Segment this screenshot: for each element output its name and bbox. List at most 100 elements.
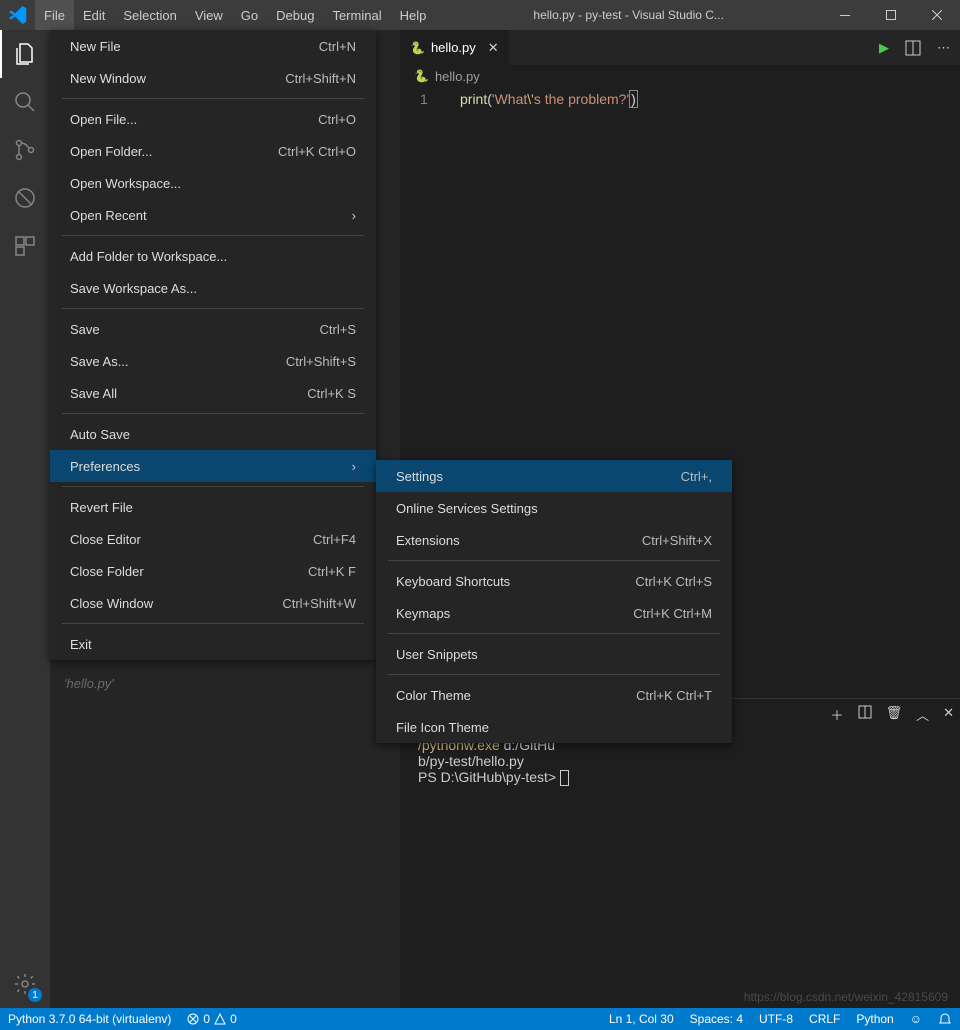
menu-selection[interactable]: Selection	[114, 0, 185, 30]
menu-item-close-editor[interactable]: Close EditorCtrl+F4	[50, 523, 376, 555]
menu-item-exit[interactable]: Exit	[50, 628, 376, 660]
line-number: 1	[420, 91, 428, 107]
terminal-output[interactable]: /pythonw.exe d:/GitHu b/py-test/hello.py…	[418, 737, 950, 786]
status-feedback-icon[interactable]: ☺	[902, 1008, 930, 1030]
menu-separator	[388, 674, 720, 675]
close-panel-icon[interactable]: ✕	[943, 705, 954, 724]
menu-item-add-folder-to-workspace[interactable]: Add Folder to Workspace...	[50, 240, 376, 272]
terminal-toolbar: ＋ 🗑 ︿ ✕	[831, 705, 954, 724]
status-python-env[interactable]: Python 3.7.0 64-bit (virtualenv)	[0, 1008, 179, 1030]
status-problems[interactable]: 0 0	[179, 1008, 244, 1030]
menu-item-open-recent[interactable]: Open Recent›	[50, 199, 376, 231]
new-terminal-icon[interactable]: ＋	[831, 705, 844, 724]
preferences-submenu: SettingsCtrl+, Online Services Settings Ex…	[376, 460, 732, 743]
settings-gear-icon[interactable]: 1	[0, 960, 50, 1008]
menu-item-label: Save Workspace As...	[70, 281, 197, 296]
menu-item-close-folder[interactable]: Close FolderCtrl+K F	[50, 555, 376, 587]
menu-shortcut: Ctrl+Shift+S	[286, 354, 356, 369]
menu-item-label: Open File...	[70, 112, 137, 127]
extensions-icon[interactable]	[0, 222, 50, 270]
status-notifications-icon[interactable]	[930, 1008, 960, 1030]
breadcrumbs[interactable]: 🐍 hello.py	[400, 65, 960, 87]
tab-hello[interactable]: 🐍 hello.py ✕	[400, 30, 509, 65]
editor-actions: ▶ ⋯	[879, 40, 960, 56]
titlebar: File Edit Selection View Go Debug Termin…	[0, 0, 960, 30]
window-controls	[822, 0, 960, 30]
maximize-button[interactable]	[868, 0, 914, 30]
menu-terminal[interactable]: Terminal	[323, 0, 390, 30]
menu-item-open-folder[interactable]: Open Folder... Ctrl+K Ctrl+O	[50, 135, 376, 167]
menu-item-new-window[interactable]: New WindowCtrl+Shift+N	[50, 62, 376, 94]
menu-item-new-file[interactable]: New FileCtrl+N	[50, 30, 376, 62]
menu-shortcut: Ctrl+K Ctrl+S	[635, 574, 712, 589]
menu-item-file-icon-theme[interactable]: File Icon Theme	[376, 711, 732, 743]
status-cursor-pos[interactable]: Ln 1, Col 30	[601, 1008, 682, 1030]
menu-item-user-snippets[interactable]: User Snippets	[376, 638, 732, 670]
menu-item-label: Open Folder...	[70, 144, 152, 159]
submenu-arrow-icon: ›	[352, 208, 356, 223]
menu-file[interactable]: File	[35, 0, 74, 30]
explorer-icon[interactable]	[0, 30, 50, 78]
menu-item-color-theme[interactable]: Color ThemeCtrl+K Ctrl+T	[376, 679, 732, 711]
menu-shortcut: Ctrl+N	[319, 39, 356, 54]
status-indent[interactable]: Spaces: 4	[682, 1008, 751, 1030]
menu-shortcut: Ctrl+Shift+W	[282, 596, 356, 611]
status-eol[interactable]: CRLF	[801, 1008, 848, 1030]
menu-shortcut: Ctrl+O	[318, 112, 356, 127]
menu-view[interactable]: View	[186, 0, 232, 30]
source-control-icon[interactable]	[0, 126, 50, 174]
menu-item-keyboard-shortcuts[interactable]: Keyboard ShortcutsCtrl+K Ctrl+S	[376, 565, 732, 597]
menu-item-save-all[interactable]: Save AllCtrl+K S	[50, 377, 376, 409]
menu-item-auto-save[interactable]: Auto Save	[50, 418, 376, 450]
minimize-button[interactable]	[822, 0, 868, 30]
close-button[interactable]	[914, 0, 960, 30]
menu-item-extensions[interactable]: ExtensionsCtrl+Shift+X	[376, 524, 732, 556]
status-encoding[interactable]: UTF-8	[751, 1008, 801, 1030]
kill-terminal-icon[interactable]: 🗑	[886, 705, 903, 724]
more-icon[interactable]: ⋯	[937, 40, 950, 56]
watermark-text: https://blog.csdn.net/weixin_42815609	[744, 990, 948, 1004]
menu-item-save[interactable]: Save Ctrl+S	[50, 313, 376, 345]
menu-item-save-workspace-as[interactable]: Save Workspace As...	[50, 272, 376, 304]
menu-item-close-window[interactable]: Close Window Ctrl+Shift+W	[50, 587, 376, 619]
menu-item-label: Extensions	[396, 533, 460, 548]
menu-go[interactable]: Go	[232, 0, 267, 30]
activity-bar: 1	[0, 30, 50, 1008]
tab-close-icon[interactable]: ✕	[488, 40, 499, 56]
vscode-logo-icon	[0, 6, 35, 24]
menu-item-label: Save	[70, 322, 100, 337]
maximize-panel-icon[interactable]: ︿	[916, 705, 929, 724]
menu-separator	[388, 633, 720, 634]
search-icon[interactable]	[0, 78, 50, 126]
split-editor-icon[interactable]	[905, 40, 921, 56]
menu-item-label: Save As...	[70, 354, 129, 369]
split-terminal-icon[interactable]	[858, 705, 872, 724]
run-icon[interactable]: ▶	[879, 40, 889, 56]
python-file-icon: 🐍	[414, 69, 429, 83]
menu-item-preferences[interactable]: Preferences›	[50, 450, 376, 482]
menu-edit[interactable]: Edit	[74, 0, 114, 30]
menu-debug[interactable]: Debug	[267, 0, 323, 30]
menu-item-label: Color Theme	[396, 688, 471, 703]
menu-shortcut: Ctrl+S	[320, 322, 356, 337]
menu-item-open-workspace[interactable]: Open Workspace...	[50, 167, 376, 199]
menu-item-label: Online Services Settings	[396, 501, 538, 516]
menu-item-settings[interactable]: SettingsCtrl+,	[376, 460, 732, 492]
menu-item-label: Save All	[70, 386, 117, 401]
menu-item-label: Close Window	[70, 596, 153, 611]
menu-bar: File Edit Selection View Go Debug Termin…	[35, 0, 435, 30]
menu-shortcut: Ctrl+K Ctrl+M	[633, 606, 712, 621]
menu-item-keymaps[interactable]: KeymapsCtrl+K Ctrl+M	[376, 597, 732, 629]
status-bar: Python 3.7.0 64-bit (virtualenv) 0 0 Ln …	[0, 1008, 960, 1030]
menu-item-online-services-settings[interactable]: Online Services Settings	[376, 492, 732, 524]
menu-item-open-file[interactable]: Open File... Ctrl+O	[50, 103, 376, 135]
menu-item-revert-file[interactable]: Revert File	[50, 491, 376, 523]
window-title: hello.py - py-test - Visual Studio C...	[435, 8, 822, 22]
status-lang[interactable]: Python	[848, 1008, 901, 1030]
menu-shortcut: Ctrl+K Ctrl+O	[278, 144, 356, 159]
menu-item-save-as[interactable]: Save As... Ctrl+Shift+S	[50, 345, 376, 377]
debug-icon[interactable]	[0, 174, 50, 222]
editor-tabs: 🐍 hello.py ✕ ▶ ⋯	[400, 30, 960, 65]
menu-help[interactable]: Help	[391, 0, 436, 30]
menu-separator	[62, 308, 364, 309]
